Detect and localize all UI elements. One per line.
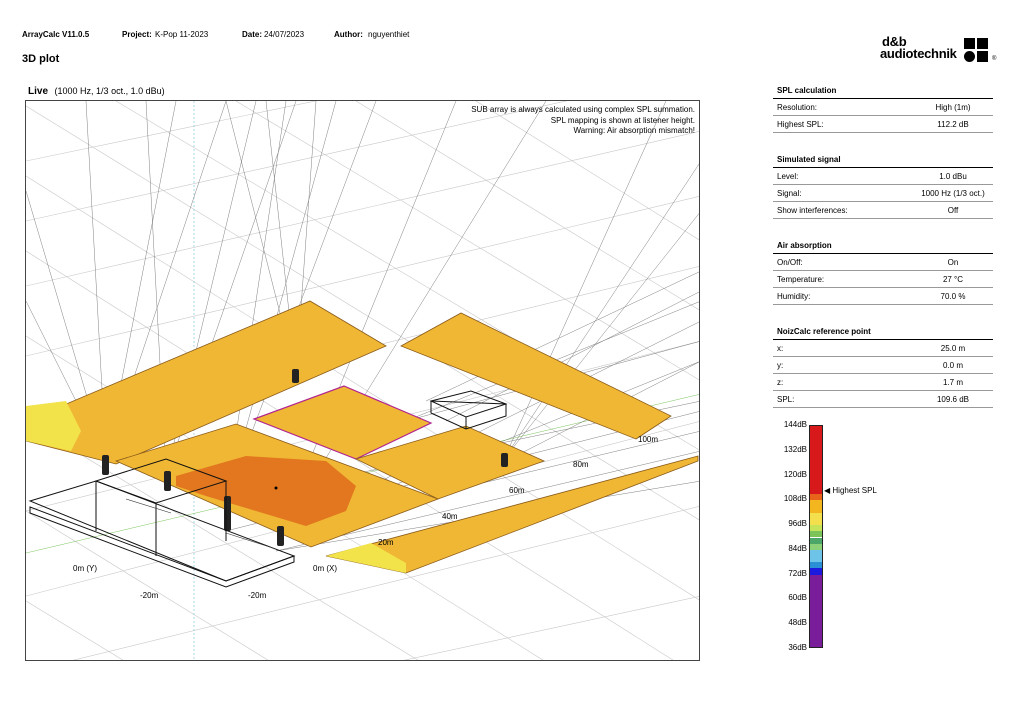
legend-band	[810, 512, 822, 526]
plot-note: SUB array is always calculated using com…	[471, 105, 695, 114]
row-label: Signal:	[777, 189, 802, 198]
panel-title: SPL calculation	[773, 86, 993, 99]
highest-spl-marker: ◀ Highest SPL	[824, 486, 877, 495]
spl-calculation-panel: SPL calculation Resolution: High (1m) Hig…	[773, 86, 993, 133]
info-row: x: 25.0 m	[773, 340, 993, 357]
legend-tick-label: 144dB	[783, 420, 807, 429]
info-row: Level: 1.0 dBu	[773, 168, 993, 185]
air-absorption-panel: Air absorption On/Off: On Temperature: 27 …	[773, 241, 993, 305]
info-row: Signal: 1000 Hz (1/3 oct.)	[773, 185, 993, 202]
row-label: y:	[777, 361, 784, 370]
row-label: Resolution:	[777, 103, 818, 112]
plot-notes: SUB array is always calculated using com…	[471, 105, 695, 137]
info-row: Highest SPL: 112.2 dB	[773, 116, 993, 133]
date-label: Date:	[242, 30, 263, 39]
row-value: 1.7 m	[942, 378, 963, 387]
distance-label-40m: 40m	[442, 512, 458, 521]
logo-wordmark: d&b audiotechnik	[880, 35, 957, 61]
distance-label-100m: 100m	[638, 435, 658, 444]
row-label: SPL:	[777, 395, 795, 404]
legend-tick-label: 84dB	[788, 543, 807, 553]
spl-color-legend: 144dB 132dB 120dB 108dB 96dB 84dB 72dB 60dB 48dB…	[754, 420, 894, 655]
row-label: Level:	[777, 172, 799, 181]
info-row: z: 1.7 m	[773, 374, 993, 391]
legend-tick-label: 108dB	[783, 494, 807, 504]
plot-note: Warning: Air absorption mismatch!	[573, 126, 695, 135]
row-value: On	[947, 258, 959, 267]
row-label: Temperature:	[777, 275, 825, 284]
row-label: x:	[777, 344, 784, 353]
info-row: Resolution: High (1m)	[773, 99, 993, 116]
legend-tick-label: 120dB	[783, 469, 807, 479]
row-value: 70.0 %	[940, 292, 966, 301]
row-value: Off	[947, 206, 959, 215]
distance-label-20m: 20m	[378, 538, 394, 547]
distance-label-80m: 80m	[573, 460, 589, 469]
panel-title: NoizCalc reference point	[773, 327, 993, 340]
panel-title: Air absorption	[773, 241, 993, 254]
row-value: 27 °C	[942, 275, 964, 284]
legend-tick-label: 60dB	[788, 593, 807, 603]
row-value: 112.2 dB	[937, 120, 969, 129]
row-label: Highest SPL:	[777, 120, 824, 129]
info-row: Humidity: 70.0 %	[773, 288, 993, 305]
info-row: y: 0.0 m	[773, 357, 993, 374]
logo-mark-icon	[964, 38, 992, 64]
author-name: nguyenthiet	[368, 30, 410, 39]
row-value: 1.0 dBu	[939, 172, 967, 181]
distance-label-0m-x: 0m (X)	[313, 564, 337, 573]
distance-label-neg20m-x: -20m	[248, 591, 267, 600]
spl-color-scale	[809, 425, 823, 648]
registered-mark: ®	[992, 56, 997, 62]
plot-params: (1000 Hz, 1/3 oct., 1.0 dBu)	[54, 86, 165, 96]
plot-caption: Live (1000 Hz, 1/3 oct., 1.0 dBu)	[28, 86, 165, 97]
row-value: High (1m)	[935, 103, 971, 112]
info-row: SPL: 109.6 dB	[773, 391, 993, 408]
noizcalc-reference-point	[274, 486, 278, 490]
row-value: 25.0 m	[940, 344, 966, 353]
author-label: Author:	[334, 30, 363, 39]
3d-plot-viewport[interactable]: 100m 80m 60m 40m 20m 0m (X) 0m (Y) -20m …	[25, 100, 700, 661]
legend-band	[810, 549, 822, 563]
db-audiotechnik-logo: d&b audiotechnik ®	[880, 35, 1000, 68]
row-label: On/Off:	[777, 258, 803, 267]
row-value: 0.0 m	[942, 361, 963, 370]
plot-mode: Live	[28, 86, 49, 97]
legend-tick-label: 72dB	[788, 568, 807, 578]
legend-tick-label: 132dB	[783, 444, 807, 454]
right-balcony-plane	[400, 312, 672, 440]
info-row: On/Off: On	[773, 254, 993, 271]
row-value: 1000 Hz (1/3 oct.)	[921, 189, 985, 198]
3d-plot-canvas[interactable]: 100m 80m 60m 40m 20m 0m (X) 0m (Y) -20m …	[26, 101, 700, 661]
legend-band	[810, 574, 822, 647]
logo-line2: audiotechnik	[880, 46, 957, 61]
marker-arrow-icon: ◀	[824, 485, 831, 495]
project-name: K-Pop 11-2023	[155, 30, 209, 39]
legend-band	[810, 426, 822, 495]
simulated-signal-panel: Simulated signal Level: 1.0 dBu Signal: 10…	[773, 155, 993, 219]
noizcalc-panel: NoizCalc reference point x: 25.0 m y: 0.0 …	[773, 327, 993, 408]
plot-note: SPL mapping is shown at listener height.	[550, 115, 695, 125]
distance-label-0m-y: 0m (Y)	[73, 564, 97, 573]
date-value: 24/07/2023	[264, 30, 305, 39]
row-label: Humidity:	[777, 292, 811, 301]
distance-label-neg20m-y: -20m	[140, 591, 159, 600]
legend-tick-label: 48dB	[788, 618, 807, 628]
row-label: z:	[777, 378, 784, 387]
app-version: ArrayCalc V11.0.5	[22, 30, 90, 39]
row-value: 109.6 dB	[936, 395, 970, 404]
project-label: Project:	[122, 30, 152, 39]
info-row: Temperature: 27 °C	[773, 271, 993, 288]
distance-label-60m: 60m	[509, 486, 525, 495]
panel-title: Simulated signal	[773, 155, 993, 168]
page-title: 3D plot	[22, 53, 60, 65]
info-row: Show interferences: Off	[773, 202, 993, 219]
legend-tick-label: 36dB	[788, 643, 807, 652]
legend-band	[810, 500, 822, 513]
legend-tick-label: 96dB	[788, 519, 807, 529]
highest-spl-label: Highest SPL	[832, 485, 877, 495]
row-label: Show interferences:	[777, 206, 848, 215]
